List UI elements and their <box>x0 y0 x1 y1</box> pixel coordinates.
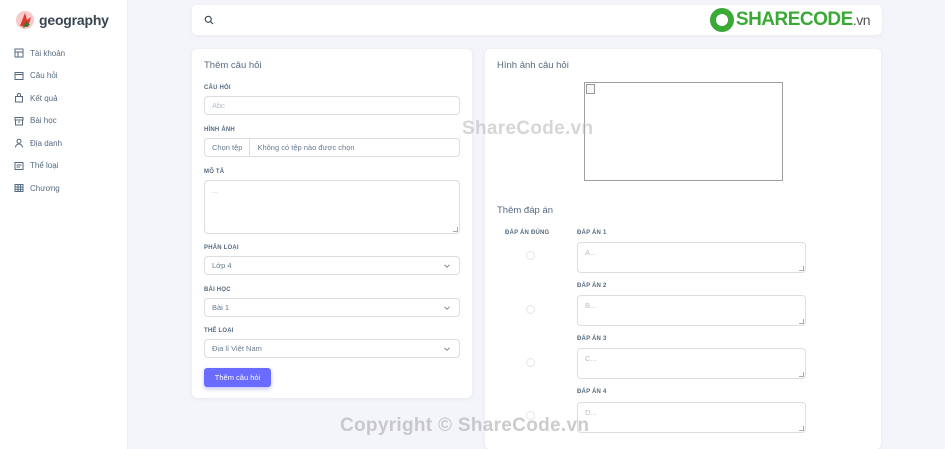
answer-input-1[interactable]: A... <box>577 242 806 273</box>
chevron-down-icon <box>444 263 450 268</box>
sidebar-item-lessons[interactable]: Bài học <box>0 110 127 133</box>
sidebar-item-chapters[interactable]: Chương <box>0 177 127 200</box>
add-answers-title: Thêm đáp án <box>497 205 553 216</box>
correct-radio-4[interactable] <box>526 411 535 420</box>
search-icon <box>204 15 214 25</box>
correct-answer-label: Đáp án đúng <box>505 230 550 236</box>
sidebar-item-places[interactable]: Địa danh <box>0 132 127 155</box>
answer-input-4[interactable]: D... <box>577 402 806 433</box>
bag-icon <box>15 93 23 103</box>
brand-name: geography <box>39 12 109 28</box>
sharecode-logo: SHARECODE.vn <box>709 8 871 32</box>
answer-input-2[interactable]: B... <box>577 295 806 326</box>
image-file-input[interactable]: Chọn tệp Không có tệp nào được chọn <box>204 138 460 157</box>
chevron-down-icon <box>444 305 450 310</box>
question-preview-card: Hình ảnh câu hỏi Thêm đáp án Đáp án đúng… <box>485 49 881 449</box>
sidebar-item-label: Kết quả <box>30 93 58 103</box>
resize-handle[interactable] <box>799 372 804 377</box>
answer-label-3: Đáp án 3 <box>577 336 607 342</box>
add-question-card: Thêm câu hỏi Câu hỏi Abc Hình ảnh Chọn t… <box>192 49 472 398</box>
search-input[interactable] <box>222 15 722 25</box>
answer-label-1: Đáp án 1 <box>577 230 607 236</box>
card-icon <box>14 161 24 170</box>
resize-handle[interactable] <box>799 426 804 431</box>
user-icon <box>15 138 23 148</box>
answer-input-3[interactable]: C... <box>577 348 806 379</box>
table-icon <box>14 184 24 193</box>
layout-icon <box>14 48 24 58</box>
sidebar-menu: Tài khoản Câu hỏi Kết quả Bài học Địa da… <box>0 42 127 200</box>
lesson-select[interactable]: Bài 1 <box>204 298 460 317</box>
choose-file-button[interactable]: Chọn tệp <box>212 139 251 156</box>
resize-handle[interactable] <box>799 319 804 324</box>
brand[interactable]: geography <box>0 0 127 40</box>
question-input[interactable]: Abc <box>204 96 460 115</box>
lesson-label: Bài học <box>204 287 231 293</box>
correct-radio-1[interactable] <box>526 251 535 260</box>
chevron-down-icon <box>444 346 450 351</box>
description-textarea[interactable]: ... <box>204 180 460 234</box>
sidebar-item-label: Tài khoản <box>30 48 66 58</box>
resize-handle[interactable] <box>453 227 458 232</box>
category-label: Phân loại <box>204 245 239 251</box>
answer-label-2: Đáp án 2 <box>577 283 607 289</box>
sidebar-item-label: Địa danh <box>30 138 63 148</box>
correct-radio-2[interactable] <box>526 305 535 314</box>
genre-select[interactable]: Địa lí Việt Nam <box>204 339 460 358</box>
resize-handle[interactable] <box>799 266 804 271</box>
window-icon <box>14 71 24 80</box>
brand-logo-icon <box>14 9 36 31</box>
sidebar-item-label: Câu hỏi <box>30 71 58 81</box>
sidebar-item-genres[interactable]: Thể loại <box>0 155 127 178</box>
question-label: Câu hỏi <box>204 85 231 91</box>
correct-radio-3[interactable] <box>526 358 535 367</box>
sidebar-item-questions[interactable]: Câu hỏi <box>0 65 127 88</box>
archive-icon <box>14 116 24 126</box>
add-question-button[interactable]: Thêm câu hỏi <box>204 368 271 387</box>
answer-label-4: Đáp án 4 <box>577 389 607 395</box>
sidebar-item-label: Bài học <box>30 116 57 126</box>
sidebar-item-results[interactable]: Kết quả <box>0 87 127 110</box>
sharecode-logo-text: SHARECODE.vn <box>735 9 871 30</box>
sidebar-item-accounts[interactable]: Tài khoản <box>0 42 127 65</box>
add-question-title: Thêm câu hỏi <box>204 60 262 71</box>
question-image-preview <box>584 82 783 181</box>
preview-title: Hình ảnh câu hỏi <box>497 60 569 71</box>
broken-image-icon <box>586 84 595 94</box>
top-navbar: SHARECODE.vn <box>192 5 882 35</box>
file-status: Không có tệp nào được chọn <box>257 143 355 152</box>
description-label: Mô tả <box>204 169 225 175</box>
sidebar-item-label: Thể loại <box>30 161 59 171</box>
sidebar: geography Tài khoản Câu hỏi Kết quả Bài … <box>0 0 128 449</box>
sidebar-item-label: Chương <box>30 183 60 193</box>
category-select[interactable]: Lớp 4 <box>204 256 460 275</box>
image-label: Hình ảnh <box>204 127 235 133</box>
genre-label: Thể loại <box>204 328 234 334</box>
sharecode-logo-icon <box>709 8 734 32</box>
